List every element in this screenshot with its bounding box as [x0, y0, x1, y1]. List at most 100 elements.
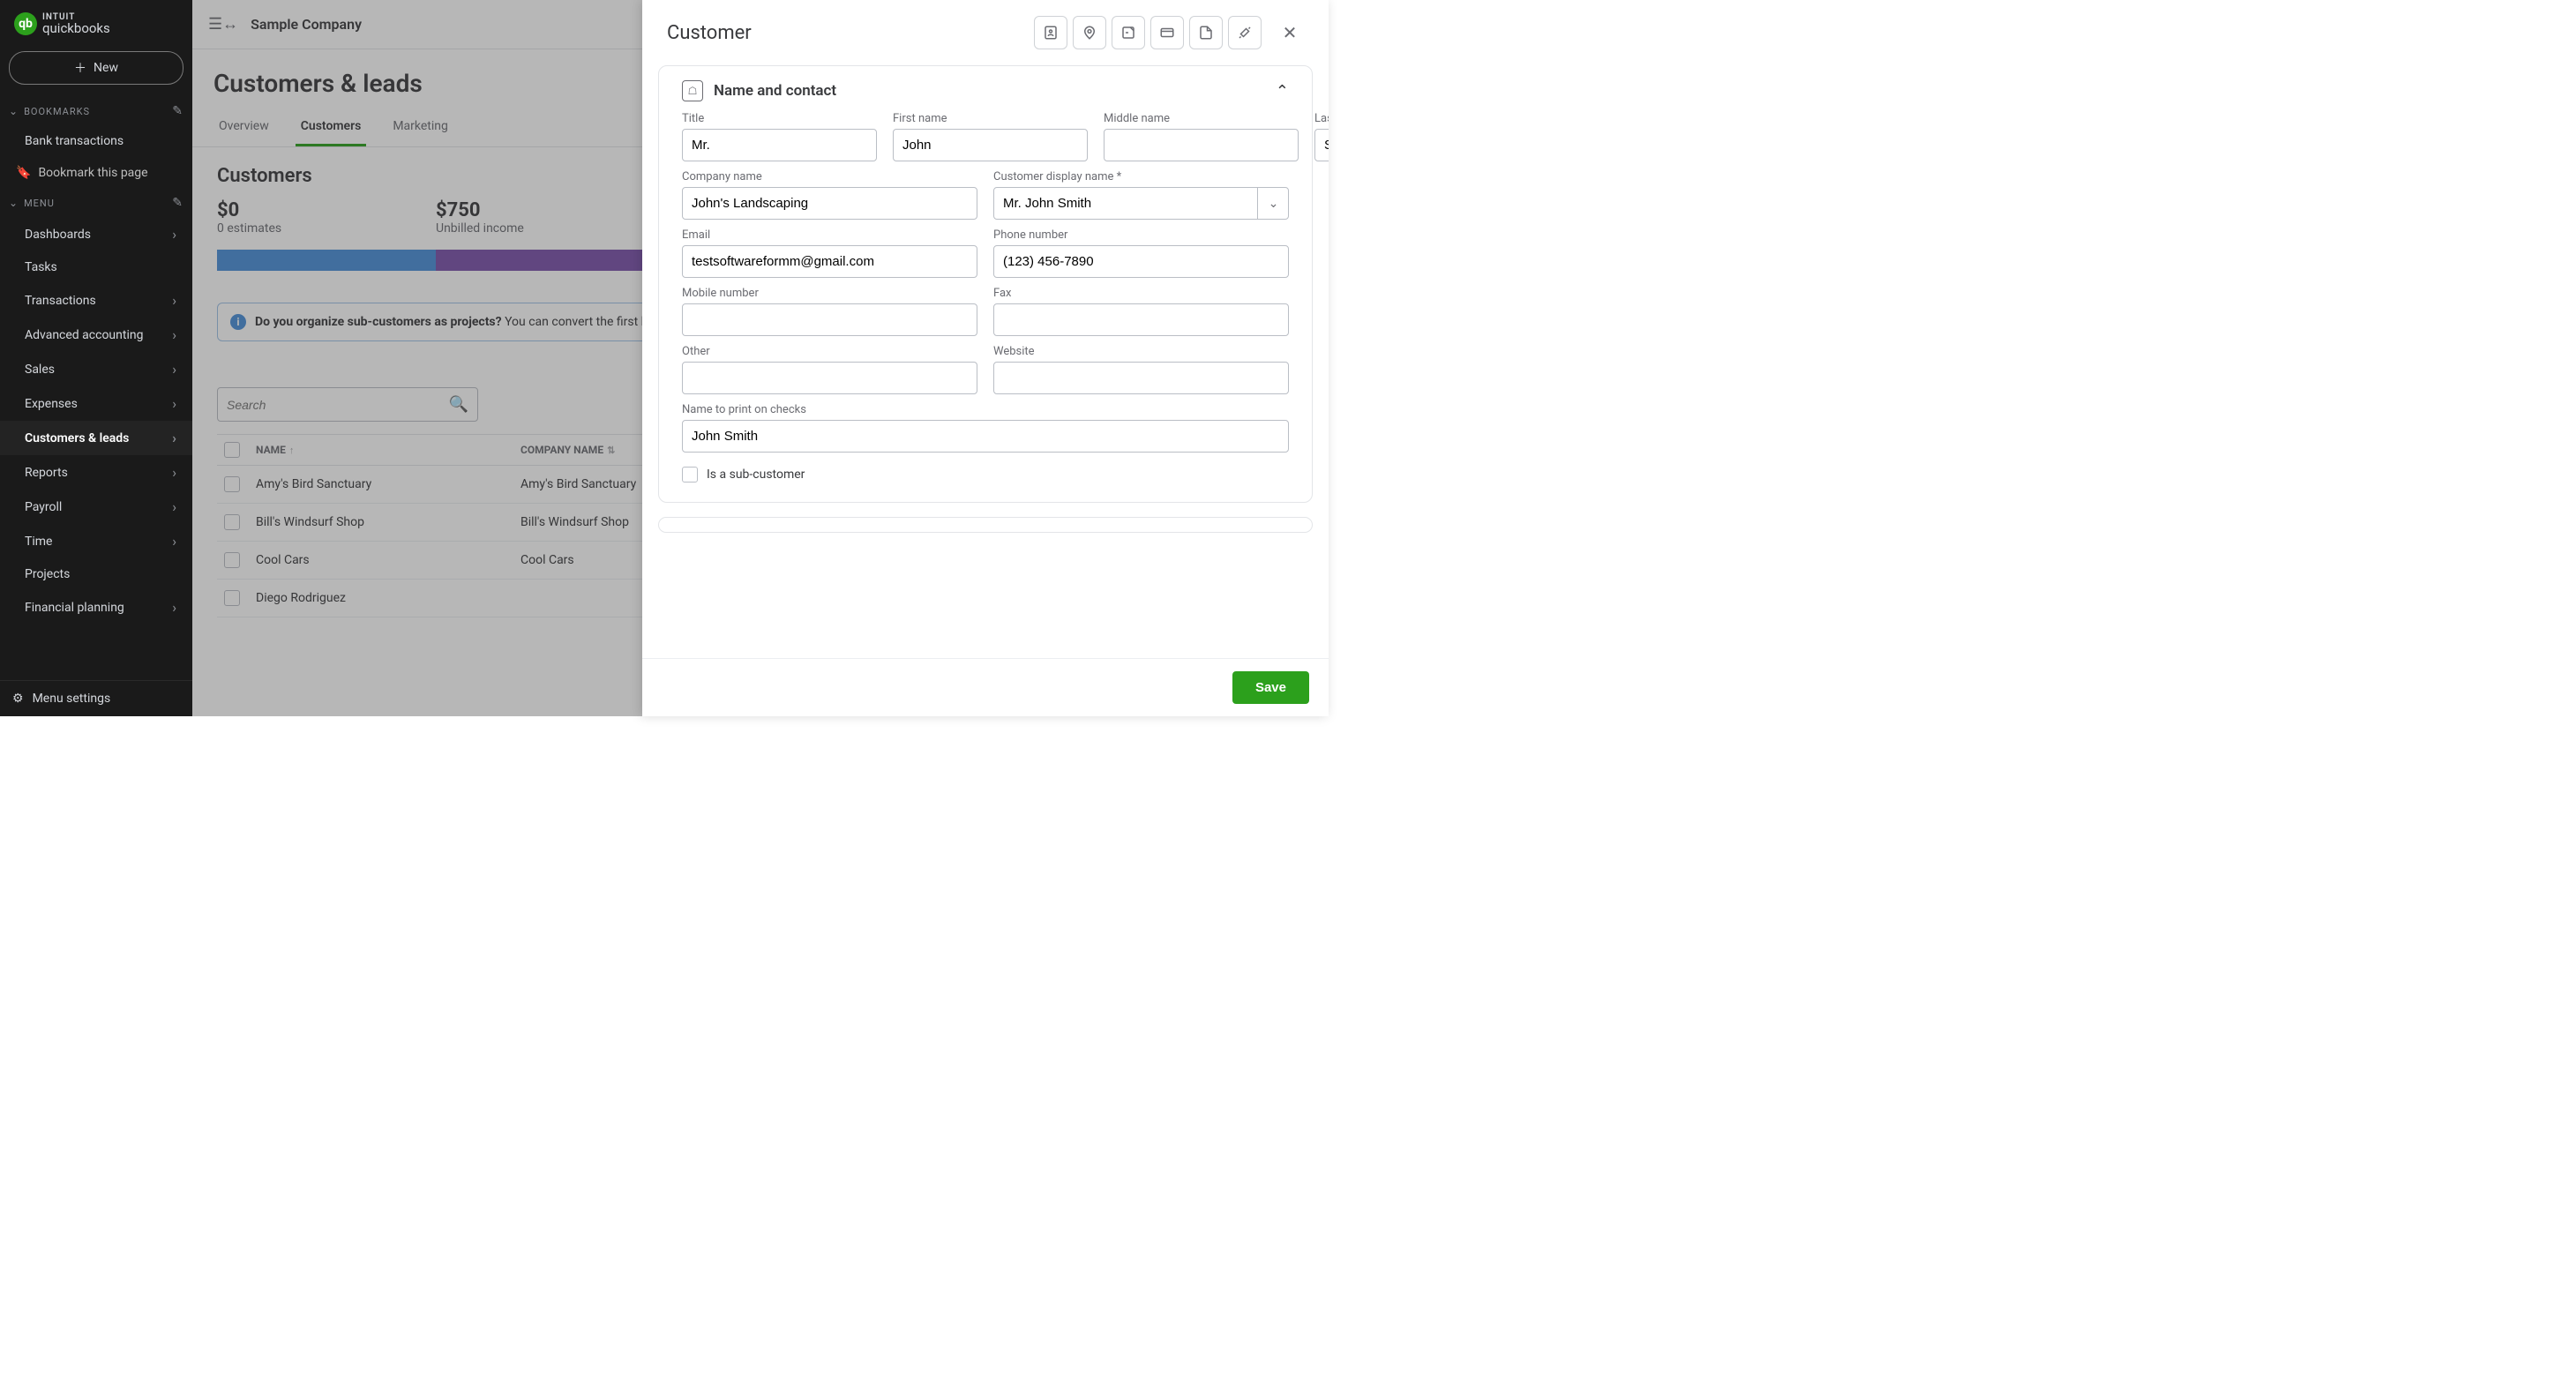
sidebar-item-dashboards[interactable]: Dashboards›: [0, 217, 192, 251]
sidebar-item-advanced-accounting[interactable]: Advanced accounting›: [0, 318, 192, 352]
phone-label: Phone number: [993, 228, 1289, 242]
bar-unbilled[interactable]: [436, 250, 655, 271]
company-name-field[interactable]: [682, 187, 977, 220]
email-field[interactable]: [682, 245, 977, 278]
chevron-down-icon[interactable]: ⌄: [1257, 187, 1289, 220]
info-icon: i: [230, 314, 246, 330]
sidebar-item-reports[interactable]: Reports ›: [0, 455, 192, 490]
select-all-checkbox[interactable]: [224, 442, 240, 458]
other-field[interactable]: [682, 362, 977, 394]
display-name-field[interactable]: [993, 187, 1289, 220]
note-icon[interactable]: [1112, 16, 1145, 49]
menu-settings[interactable]: ⚙ Menu settings: [0, 680, 192, 716]
bookmark-this-page[interactable]: 🔖 Bookmark this page: [0, 157, 192, 189]
title-field[interactable]: [682, 129, 877, 161]
cell-name: Amy's Bird Sanctuary: [256, 477, 520, 491]
plus-icon: ＋: [74, 59, 86, 77]
person-card-icon: ☖: [682, 80, 703, 101]
logo-brand-large: quickbooks: [42, 22, 110, 35]
location-icon[interactable]: [1073, 16, 1106, 49]
sidebar-item-label: Sales: [25, 363, 55, 377]
sidebar-item-time[interactable]: Time›: [0, 524, 192, 558]
new-button[interactable]: ＋ New: [9, 51, 183, 85]
last-name-field[interactable]: [1314, 129, 1329, 161]
sidebar-item-bank-transactions[interactable]: Bank transactions: [0, 125, 192, 157]
email-label: Email: [682, 228, 977, 242]
search-icon[interactable]: 🔍: [449, 395, 468, 414]
info-bold: Do you organize sub-customers as project…: [255, 315, 502, 329]
chevron-down-icon: ⌄: [9, 197, 19, 209]
sub-customer-checkbox[interactable]: [682, 467, 698, 483]
row-checkbox[interactable]: [224, 514, 240, 530]
sort-up-icon: ↑: [289, 445, 295, 456]
credit-card-icon[interactable]: [1150, 16, 1184, 49]
chevron-right-icon: ›: [172, 464, 176, 481]
website-field[interactable]: [993, 362, 1289, 394]
chevron-right-icon: ›: [172, 533, 176, 550]
sidebar-item-financial-planning[interactable]: Financial planning›: [0, 590, 192, 625]
sidebar-item-customers-leads[interactable]: Customers & leads›: [0, 421, 192, 455]
chevron-right-icon: ›: [172, 599, 176, 616]
sidebar-item-payroll[interactable]: Payroll›: [0, 490, 192, 524]
row-checkbox[interactable]: [224, 552, 240, 568]
bookmarks-label: BOOKMARKS: [24, 106, 90, 117]
middle-name-label: Middle name: [1104, 112, 1299, 125]
kpi-sub: Unbilled income: [436, 221, 655, 236]
tools-icon[interactable]: [1228, 16, 1262, 49]
sort-icon: ⇅: [607, 445, 615, 456]
close-button[interactable]: ✕: [1276, 19, 1304, 47]
contact-card-icon[interactable]: [1034, 16, 1067, 49]
customer-panel: Customer ✕ ☖ Name and contact ⌃ Title Fi…: [642, 0, 1329, 716]
chevron-up-icon[interactable]: ⌃: [1276, 82, 1289, 101]
pencil-icon[interactable]: ✎: [172, 104, 183, 118]
search-box[interactable]: 🔍: [217, 387, 478, 422]
sidebar-item-expenses[interactable]: Expenses›: [0, 386, 192, 421]
card-title: Name and contact: [714, 82, 836, 100]
logo: qb INTUIT quickbooks: [0, 0, 192, 42]
tab-overview[interactable]: Overview: [213, 110, 274, 146]
sidebar-item-label: Dashboards: [25, 228, 91, 242]
gear-icon: ⚙: [12, 692, 24, 706]
menu-label: MENU: [24, 198, 55, 209]
mobile-label: Mobile number: [682, 287, 977, 300]
title-label: Title: [682, 112, 877, 125]
bookmark-icon: 🔖: [16, 166, 31, 180]
printname-field[interactable]: [682, 420, 1289, 453]
document-icon[interactable]: [1189, 16, 1223, 49]
sidebar-item-sales[interactable]: Sales›: [0, 352, 192, 386]
col-name-header[interactable]: NAME↑: [256, 444, 520, 456]
middle-name-field[interactable]: [1104, 129, 1299, 161]
phone-field[interactable]: [993, 245, 1289, 278]
bookmarks-header[interactable]: ⌄ BOOKMARKS ✎: [0, 97, 192, 125]
kpi-amount: $750: [436, 199, 655, 221]
menu-header[interactable]: ⌄ MENU ✎: [0, 189, 192, 217]
row-checkbox[interactable]: [224, 590, 240, 606]
fax-field[interactable]: [993, 303, 1289, 336]
hamburger-icon[interactable]: ☰↔: [208, 15, 238, 34]
mobile-field[interactable]: [682, 303, 977, 336]
first-name-label: First name: [893, 112, 1088, 125]
logo-icon: qb: [14, 12, 37, 35]
fax-label: Fax: [993, 287, 1289, 300]
panel-title: Customer: [667, 22, 752, 44]
cell-name: Cool Cars: [256, 553, 520, 567]
next-card-peek: [658, 517, 1313, 533]
search-input[interactable]: [227, 398, 449, 412]
cell-name: Bill's Windsurf Shop: [256, 515, 520, 529]
sidebar-item-tasks[interactable]: Tasks: [0, 251, 192, 283]
sidebar-item-projects[interactable]: Projects: [0, 558, 192, 590]
first-name-field[interactable]: [893, 129, 1088, 161]
sidebar-item-label: Reports: [25, 466, 68, 480]
pencil-icon[interactable]: ✎: [172, 196, 183, 210]
tab-marketing[interactable]: Marketing: [387, 110, 453, 146]
sidebar-item-label: Transactions: [25, 294, 96, 308]
save-button[interactable]: Save: [1232, 671, 1309, 704]
sidebar-item-transactions[interactable]: Transactions›: [0, 283, 192, 318]
display-name-label: Customer display name *: [993, 170, 1289, 183]
kpi-unbilled: $750 Unbilled income: [436, 199, 655, 236]
bar-estimates[interactable]: [217, 250, 436, 271]
row-checkbox[interactable]: [224, 476, 240, 492]
sidebar-item-label: Bank transactions: [25, 134, 124, 148]
chevron-right-icon: ›: [172, 395, 176, 412]
tab-customers[interactable]: Customers: [296, 110, 367, 146]
